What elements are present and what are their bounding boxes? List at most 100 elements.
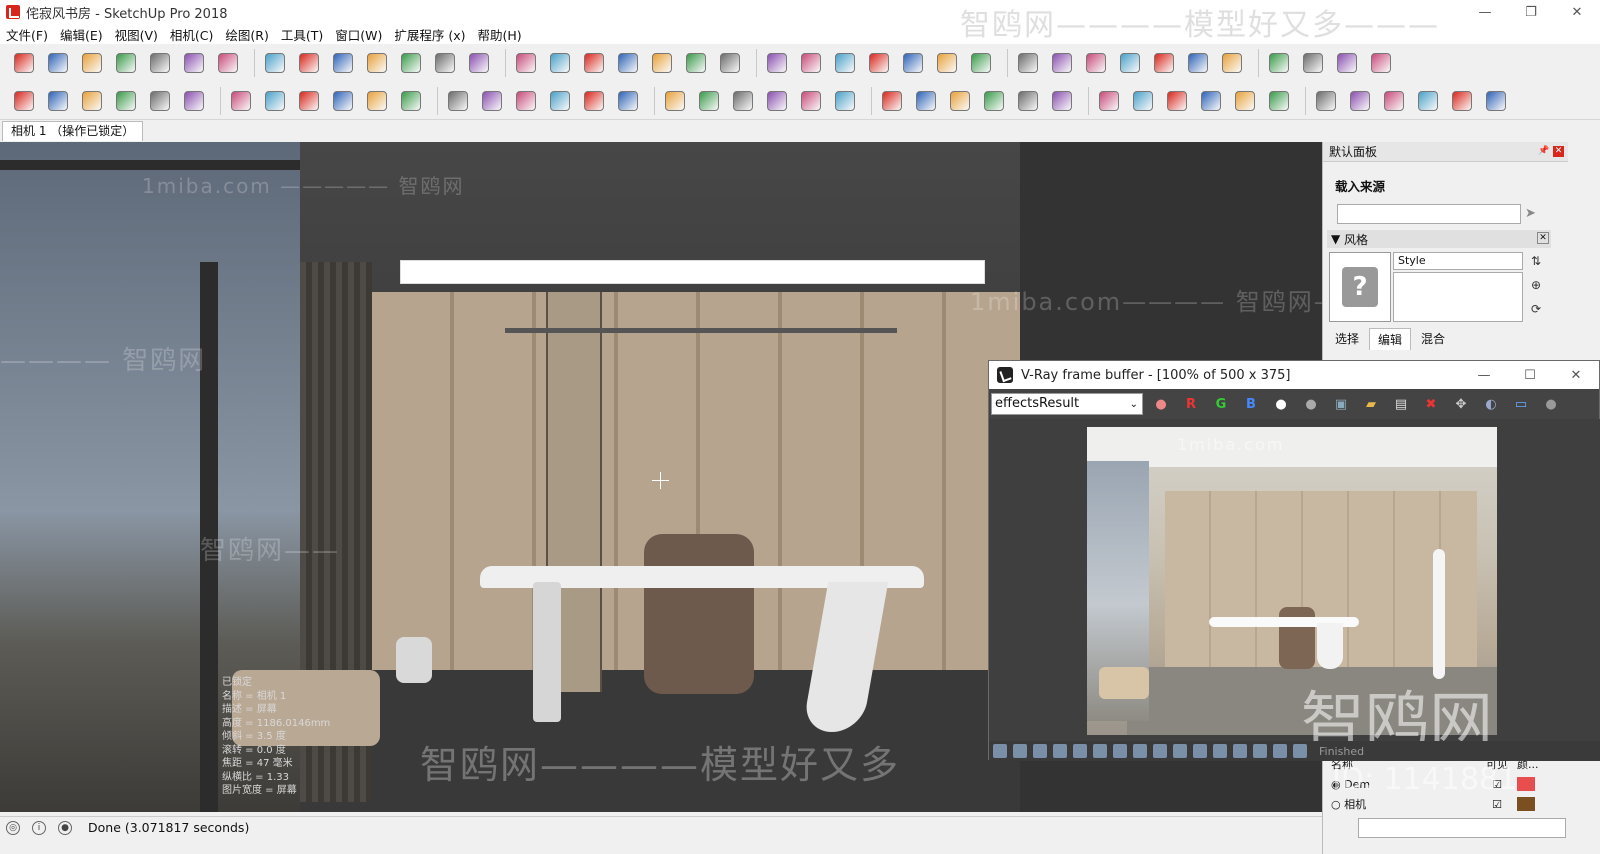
tray-close-icon[interactable]: ✕	[1553, 146, 1564, 157]
car-icon[interactable]	[1163, 87, 1191, 115]
visible-checkbox[interactable]: ☑	[1477, 798, 1517, 811]
sliders-icon[interactable]	[1448, 87, 1476, 115]
green-channel-button[interactable]: G	[1209, 392, 1233, 416]
vfb-tool-icon[interactable]	[1293, 744, 1307, 758]
asset-editor-icon[interactable]	[227, 87, 255, 115]
lens-icon[interactable]: ▭	[1509, 392, 1533, 416]
ruby-icon[interactable]	[716, 49, 744, 77]
section-icon[interactable]	[1333, 49, 1361, 77]
ball2-icon[interactable]	[1014, 87, 1042, 115]
blue-channel-button[interactable]: B	[1239, 392, 1263, 416]
globe-icon[interactable]	[1367, 49, 1395, 77]
checker-icon[interactable]	[878, 87, 906, 115]
box1-icon[interactable]	[912, 87, 940, 115]
zoom-extents2-icon[interactable]	[899, 49, 927, 77]
vfb-tool-icon[interactable]	[1193, 744, 1207, 758]
vfb-tool-icon[interactable]	[1173, 744, 1187, 758]
vfb-close-icon[interactable]: ✕	[1553, 361, 1599, 389]
vfb-render-area[interactable]: 1miba.com 智鸥网	[989, 419, 1600, 760]
position-camera-icon[interactable]	[967, 49, 995, 77]
channel-select[interactable]: effectsResult ⌄	[991, 393, 1143, 415]
teapot-render-icon[interactable]: ◐	[1479, 392, 1503, 416]
orbit2-icon[interactable]	[763, 49, 791, 77]
clear-icon[interactable]: ✖	[1419, 392, 1443, 416]
menu-help[interactable]: 帮助(H)	[478, 25, 522, 44]
pan2-icon[interactable]	[797, 49, 825, 77]
lock-icon[interactable]	[329, 87, 357, 115]
load-arrow-icon[interactable]: ➤	[1525, 206, 1541, 222]
gray-circle-icon[interactable]: ●	[1299, 392, 1323, 416]
move-icon[interactable]	[261, 49, 289, 77]
source-input[interactable]	[1337, 204, 1521, 224]
cube-icon[interactable]	[397, 87, 425, 115]
menu-edit[interactable]: 编辑(E)	[60, 25, 103, 44]
mesh-light-icon[interactable]	[763, 87, 791, 115]
vfb-tool-icon[interactable]	[1033, 744, 1047, 758]
bottom-view-icon[interactable]	[1299, 49, 1327, 77]
minimize-icon[interactable]: —	[1462, 0, 1508, 24]
vfb-tool-icon[interactable]	[1073, 744, 1087, 758]
zoom2-icon[interactable]	[831, 49, 859, 77]
vfb-tool-icon[interactable]	[1233, 744, 1247, 758]
teapot-interactive-icon[interactable]	[78, 87, 106, 115]
shield-icon[interactable]	[1095, 87, 1123, 115]
vfb-tool-icon[interactable]	[1133, 744, 1147, 758]
cursor-icon[interactable]	[1265, 87, 1293, 115]
previous-view-icon[interactable]	[933, 49, 961, 77]
menu-tools[interactable]: 工具(T)	[281, 25, 323, 44]
save-icon[interactable]: ▣	[1329, 392, 1353, 416]
style-thumbnail[interactable]: ?	[1329, 252, 1391, 322]
eraser-tool-icon[interactable]	[44, 49, 72, 77]
maximize-icon[interactable]: ❐	[1508, 0, 1554, 24]
zoom-extents-icon[interactable]	[580, 49, 608, 77]
iso-view-icon[interactable]	[1082, 49, 1110, 77]
look-around-icon[interactable]	[1014, 49, 1042, 77]
zoom-icon[interactable]	[546, 49, 574, 77]
refresh-icon[interactable]	[1129, 87, 1157, 115]
frame-buffer-icon[interactable]	[180, 87, 208, 115]
line-tool-icon[interactable]	[78, 49, 106, 77]
walk-icon[interactable]	[1048, 49, 1076, 77]
create-style-icon[interactable]: ⊕	[1529, 278, 1543, 292]
region-icon[interactable]: ✥	[1449, 392, 1473, 416]
extension-warehouse-icon[interactable]	[648, 49, 676, 77]
zoom-window-icon[interactable]	[865, 49, 893, 77]
vfb-maximize-icon[interactable]: ☐	[1507, 361, 1553, 389]
vfb-tool-icon[interactable]	[1113, 744, 1127, 758]
geo-icon[interactable]	[363, 87, 391, 115]
vfb-tool-icon[interactable]	[1013, 744, 1027, 758]
decal-icon[interactable]	[512, 87, 540, 115]
proxy-icon[interactable]	[444, 87, 472, 115]
user-icon[interactable]: ●	[58, 820, 72, 835]
section-close-icon[interactable]: ✕	[1537, 232, 1549, 244]
vfb-tool-icon[interactable]	[1253, 744, 1267, 758]
menu-window[interactable]: 窗口(W)	[335, 25, 382, 44]
cloud-render-icon[interactable]	[112, 87, 140, 115]
follow-me-icon[interactable]	[214, 49, 242, 77]
vfb-tool-icon[interactable]	[1093, 744, 1107, 758]
more-icon[interactable]: ●	[1539, 392, 1563, 416]
sphere-icon[interactable]	[797, 87, 825, 115]
omni-light-icon[interactable]	[546, 87, 574, 115]
vfb-tool-icon[interactable]	[1053, 744, 1067, 758]
rectangle-tool-icon[interactable]	[146, 49, 174, 77]
teapot-icon[interactable]	[44, 87, 72, 115]
camera-icon[interactable]	[1231, 87, 1259, 115]
cube-click-icon[interactable]	[1048, 87, 1076, 115]
tab-mix[interactable]: 混合	[1413, 328, 1453, 350]
style-description-field[interactable]	[1393, 272, 1523, 322]
menu-draw[interactable]: 绘图(R)	[225, 25, 268, 44]
info-icon[interactable]: i	[32, 820, 46, 835]
color-channels-icon[interactable]: ●	[1149, 392, 1173, 416]
batch-render-icon[interactable]	[261, 87, 289, 115]
ball1-icon[interactable]	[980, 87, 1008, 115]
shield2-icon[interactable]	[1312, 87, 1340, 115]
right-view-icon[interactable]	[1184, 49, 1212, 77]
layer-color-swatch[interactable]	[1517, 797, 1535, 811]
scale-icon[interactable]	[329, 49, 357, 77]
sun-light-icon[interactable]	[695, 87, 723, 115]
close-icon[interactable]: ✕	[1554, 0, 1600, 24]
camera-lock-icon[interactable]	[295, 87, 323, 115]
tree-icon[interactable]	[1346, 87, 1374, 115]
fur-icon[interactable]	[478, 87, 506, 115]
